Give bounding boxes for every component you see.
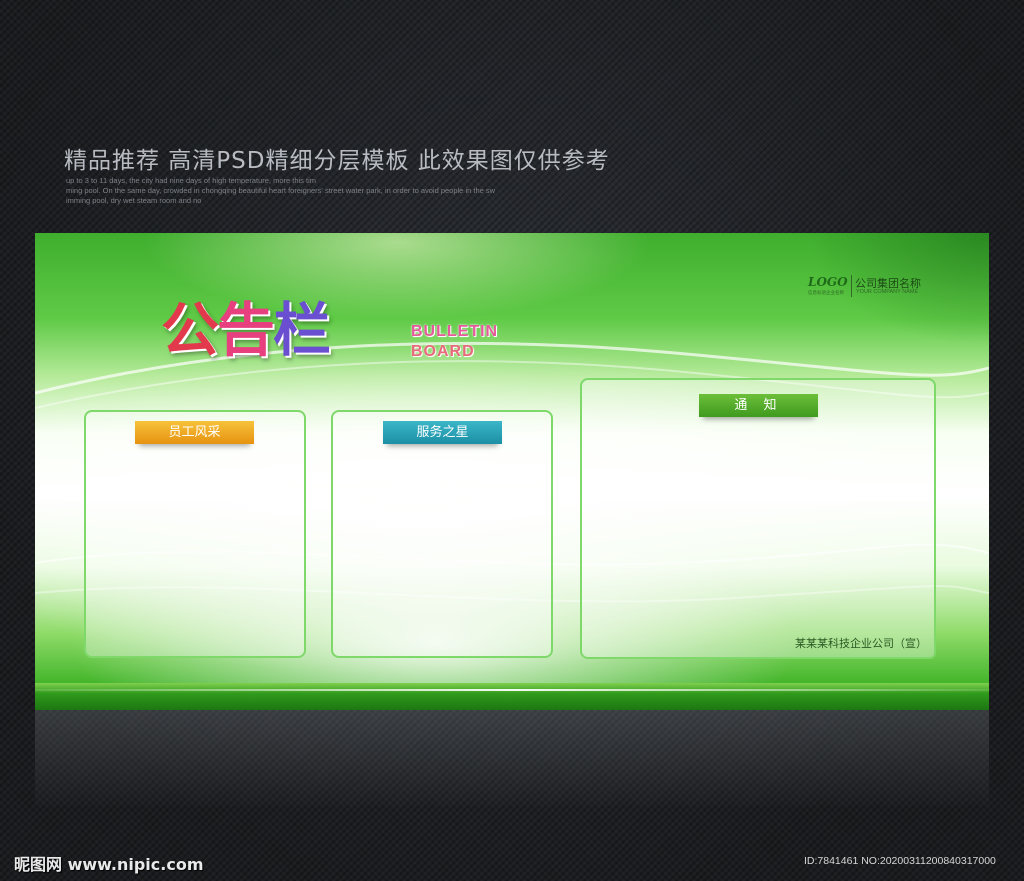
panel-label-notice: 通 知 bbox=[699, 394, 818, 417]
site-watermark: 昵图网 www.nipic.com bbox=[14, 855, 204, 874]
board-title-en: BULLETIN BOARD bbox=[411, 322, 498, 362]
company-name-en: YOUR COMPANY NAME bbox=[856, 289, 919, 295]
logo-tagline: 信息标语企业名称 bbox=[808, 291, 844, 296]
title-en-line1: BULLETIN bbox=[411, 323, 499, 340]
promo-heading: 精品推荐 高清PSD精细分层模板 此效果图仅供参考 bbox=[64, 148, 610, 174]
logo-divider bbox=[851, 275, 852, 297]
panel-label-service-star: 服务之星 bbox=[383, 421, 502, 444]
board-title: 公告栏 bbox=[161, 283, 331, 367]
board-footer-company: 某某某科技企业公司（宣） bbox=[795, 637, 927, 650]
board-title-char: 栏 bbox=[273, 296, 331, 364]
board-bottom-highlight bbox=[35, 689, 989, 691]
board-reflection bbox=[35, 710, 989, 806]
logo-mark: LOGO bbox=[808, 275, 848, 289]
panel-label-employee-style: 员工风采 bbox=[135, 421, 254, 444]
promo-subtext: up to 3 to 11 days, the city had nine da… bbox=[66, 176, 495, 206]
board-bottom-band bbox=[35, 683, 989, 710]
bulletin-board: LOGO 信息标语企业名称 公司集团名称 YOUR COMPANY NAME 公… bbox=[35, 233, 989, 710]
promo-subtext-line: ming pool. On the same day, crowded in c… bbox=[66, 186, 496, 195]
panel-notice bbox=[580, 378, 936, 659]
panel-service-star bbox=[331, 410, 553, 658]
board-title-char: 公 bbox=[161, 296, 219, 364]
promo-subtext-line: imming pool, dry wet steam room and no bbox=[66, 196, 202, 205]
board-title-char: 告 bbox=[217, 296, 275, 364]
title-en-line2: BOARD bbox=[411, 343, 475, 360]
panel-employee-style bbox=[84, 410, 306, 658]
promo-subtext-line: up to 3 to 11 days, the city had nine da… bbox=[66, 176, 316, 185]
image-id-watermark: ID:7841461 NO:20200311200840317000 bbox=[804, 855, 996, 867]
